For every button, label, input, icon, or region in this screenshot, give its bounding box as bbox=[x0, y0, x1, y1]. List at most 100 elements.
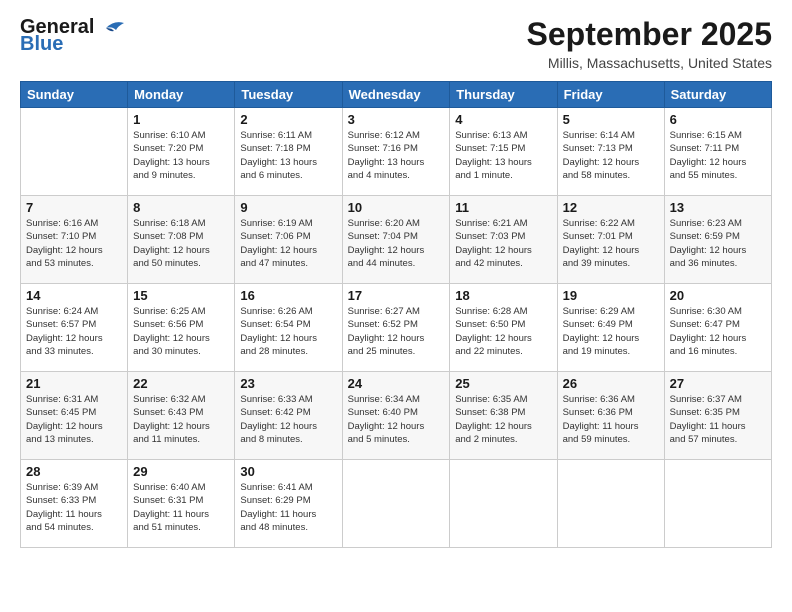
day-number: 16 bbox=[240, 288, 336, 303]
title-block: September 2025 Millis, Massachusetts, Un… bbox=[527, 16, 772, 71]
calendar-cell: 24Sunrise: 6:34 AM Sunset: 6:40 PM Dayli… bbox=[342, 372, 450, 460]
day-info: Sunrise: 6:13 AM Sunset: 7:15 PM Dayligh… bbox=[455, 129, 551, 182]
day-info: Sunrise: 6:25 AM Sunset: 6:56 PM Dayligh… bbox=[133, 305, 229, 358]
calendar-week-row: 14 Sunrise: 6:24 AM Sunset: 6:57 PM Dayli… bbox=[21, 284, 772, 372]
calendar-cell bbox=[342, 460, 450, 548]
day-number: 8 bbox=[133, 200, 229, 215]
day-number: 5 bbox=[563, 112, 659, 127]
calendar-cell: 14 Sunrise: 6:24 AM Sunset: 6:57 PM Dayli… bbox=[21, 284, 128, 372]
day-info: Sunrise: 6:24 AM Sunset: 6:57 PM Dayligh… bbox=[26, 305, 122, 358]
day-number: 30 bbox=[240, 464, 336, 479]
weekday-header-sunday: Sunday bbox=[21, 82, 128, 108]
day-info: Sunrise: 6:20 AM Sunset: 7:04 PM Dayligh… bbox=[348, 217, 445, 270]
calendar-cell: 10 Sunrise: 6:20 AM Sunset: 7:04 PM Dayli… bbox=[342, 196, 450, 284]
weekday-header-wednesday: Wednesday bbox=[342, 82, 450, 108]
day-info: Sunrise: 6:22 AM Sunset: 7:01 PM Dayligh… bbox=[563, 217, 659, 270]
weekday-header-monday: Monday bbox=[128, 82, 235, 108]
day-info: Sunrise: 6:14 AM Sunset: 7:13 PM Dayligh… bbox=[563, 129, 659, 182]
location: Millis, Massachusetts, United States bbox=[527, 55, 772, 71]
day-info: Sunrise: 6:21 AM Sunset: 7:03 PM Dayligh… bbox=[455, 217, 551, 270]
calendar-cell: 13Sunrise: 6:23 AM Sunset: 6:59 PM Dayli… bbox=[664, 196, 771, 284]
calendar-cell: 17 Sunrise: 6:27 AM Sunset: 6:52 PM Dayli… bbox=[342, 284, 450, 372]
logo-bird-icon bbox=[96, 18, 126, 38]
weekday-header-saturday: Saturday bbox=[664, 82, 771, 108]
day-number: 3 bbox=[348, 112, 445, 127]
day-number: 27 bbox=[670, 376, 766, 391]
calendar-cell: 15 Sunrise: 6:25 AM Sunset: 6:56 PM Dayli… bbox=[128, 284, 235, 372]
day-number: 14 bbox=[26, 288, 122, 303]
day-info: Sunrise: 6:10 AM Sunset: 7:20 PM Dayligh… bbox=[133, 129, 229, 182]
day-info: Sunrise: 6:36 AM Sunset: 6:36 PM Dayligh… bbox=[563, 393, 659, 446]
calendar-cell: 8 Sunrise: 6:18 AM Sunset: 7:08 PM Daylig… bbox=[128, 196, 235, 284]
calendar-cell: 23 Sunrise: 6:33 AM Sunset: 6:42 PM Dayli… bbox=[235, 372, 342, 460]
day-info: Sunrise: 6:40 AM Sunset: 6:31 PM Dayligh… bbox=[133, 481, 229, 534]
calendar-cell: 12 Sunrise: 6:22 AM Sunset: 7:01 PM Dayli… bbox=[557, 196, 664, 284]
calendar-cell bbox=[450, 460, 557, 548]
day-number: 13 bbox=[670, 200, 766, 215]
day-number: 24 bbox=[348, 376, 445, 391]
day-info: Sunrise: 6:12 AM Sunset: 7:16 PM Dayligh… bbox=[348, 129, 445, 182]
calendar-week-row: 1Sunrise: 6:10 AM Sunset: 7:20 PM Daylig… bbox=[21, 108, 772, 196]
day-info: Sunrise: 6:31 AM Sunset: 6:45 PM Dayligh… bbox=[26, 393, 122, 446]
calendar-cell: 21 Sunrise: 6:31 AM Sunset: 6:45 PM Dayli… bbox=[21, 372, 128, 460]
day-info: Sunrise: 6:32 AM Sunset: 6:43 PM Dayligh… bbox=[133, 393, 229, 446]
day-info: Sunrise: 6:18 AM Sunset: 7:08 PM Dayligh… bbox=[133, 217, 229, 270]
calendar-cell bbox=[664, 460, 771, 548]
weekday-header-row: SundayMondayTuesdayWednesdayThursdayFrid… bbox=[21, 82, 772, 108]
day-number: 2 bbox=[240, 112, 336, 127]
day-number: 11 bbox=[455, 200, 551, 215]
day-number: 10 bbox=[348, 200, 445, 215]
calendar-cell: 7 Sunrise: 6:16 AM Sunset: 7:10 PM Daylig… bbox=[21, 196, 128, 284]
weekday-header-thursday: Thursday bbox=[450, 82, 557, 108]
calendar-cell: 22Sunrise: 6:32 AM Sunset: 6:43 PM Dayli… bbox=[128, 372, 235, 460]
day-number: 17 bbox=[348, 288, 445, 303]
day-number: 21 bbox=[26, 376, 122, 391]
day-info: Sunrise: 6:29 AM Sunset: 6:49 PM Dayligh… bbox=[563, 305, 659, 358]
day-number: 12 bbox=[563, 200, 659, 215]
calendar-cell: 28 Sunrise: 6:39 AM Sunset: 6:33 PM Dayli… bbox=[21, 460, 128, 548]
calendar-cell: 3 Sunrise: 6:12 AM Sunset: 7:16 PM Daylig… bbox=[342, 108, 450, 196]
calendar-week-row: 7 Sunrise: 6:16 AM Sunset: 7:10 PM Daylig… bbox=[21, 196, 772, 284]
day-info: Sunrise: 6:19 AM Sunset: 7:06 PM Dayligh… bbox=[240, 217, 336, 270]
day-info: Sunrise: 6:33 AM Sunset: 6:42 PM Dayligh… bbox=[240, 393, 336, 446]
day-number: 19 bbox=[563, 288, 659, 303]
logo-blue: Blue bbox=[20, 33, 63, 56]
calendar-cell bbox=[557, 460, 664, 548]
day-info: Sunrise: 6:35 AM Sunset: 6:38 PM Dayligh… bbox=[455, 393, 551, 446]
calendar-cell: 20Sunrise: 6:30 AM Sunset: 6:47 PM Dayli… bbox=[664, 284, 771, 372]
calendar-cell: 25 Sunrise: 6:35 AM Sunset: 6:38 PM Dayli… bbox=[450, 372, 557, 460]
day-number: 4 bbox=[455, 112, 551, 127]
day-info: Sunrise: 6:27 AM Sunset: 6:52 PM Dayligh… bbox=[348, 305, 445, 358]
day-number: 29 bbox=[133, 464, 229, 479]
calendar-cell: 6 Sunrise: 6:15 AM Sunset: 7:11 PM Daylig… bbox=[664, 108, 771, 196]
day-info: Sunrise: 6:39 AM Sunset: 6:33 PM Dayligh… bbox=[26, 481, 122, 534]
page: General Blue September 2025 Millis, Mass… bbox=[0, 0, 792, 612]
calendar-table: SundayMondayTuesdayWednesdayThursdayFrid… bbox=[20, 81, 772, 548]
day-number: 15 bbox=[133, 288, 229, 303]
day-number: 6 bbox=[670, 112, 766, 127]
header: General Blue September 2025 Millis, Mass… bbox=[20, 16, 772, 71]
day-info: Sunrise: 6:37 AM Sunset: 6:35 PM Dayligh… bbox=[670, 393, 766, 446]
calendar-cell: 29 Sunrise: 6:40 AM Sunset: 6:31 PM Dayli… bbox=[128, 460, 235, 548]
calendar-week-row: 21 Sunrise: 6:31 AM Sunset: 6:45 PM Dayli… bbox=[21, 372, 772, 460]
day-info: Sunrise: 6:28 AM Sunset: 6:50 PM Dayligh… bbox=[455, 305, 551, 358]
day-info: Sunrise: 6:15 AM Sunset: 7:11 PM Dayligh… bbox=[670, 129, 766, 182]
day-number: 28 bbox=[26, 464, 122, 479]
day-info: Sunrise: 6:16 AM Sunset: 7:10 PM Dayligh… bbox=[26, 217, 122, 270]
day-number: 18 bbox=[455, 288, 551, 303]
calendar-cell bbox=[21, 108, 128, 196]
month-title: September 2025 bbox=[527, 16, 772, 53]
calendar-cell: 1Sunrise: 6:10 AM Sunset: 7:20 PM Daylig… bbox=[128, 108, 235, 196]
day-number: 26 bbox=[563, 376, 659, 391]
calendar-cell: 27 Sunrise: 6:37 AM Sunset: 6:35 PM Dayli… bbox=[664, 372, 771, 460]
calendar-week-row: 28 Sunrise: 6:39 AM Sunset: 6:33 PM Dayli… bbox=[21, 460, 772, 548]
day-number: 7 bbox=[26, 200, 122, 215]
day-number: 23 bbox=[240, 376, 336, 391]
day-info: Sunrise: 6:41 AM Sunset: 6:29 PM Dayligh… bbox=[240, 481, 336, 534]
calendar-cell: 5 Sunrise: 6:14 AM Sunset: 7:13 PM Daylig… bbox=[557, 108, 664, 196]
weekday-header-friday: Friday bbox=[557, 82, 664, 108]
day-number: 25 bbox=[455, 376, 551, 391]
weekday-header-tuesday: Tuesday bbox=[235, 82, 342, 108]
logo: General Blue bbox=[20, 16, 126, 56]
calendar-cell: 19 Sunrise: 6:29 AM Sunset: 6:49 PM Dayli… bbox=[557, 284, 664, 372]
